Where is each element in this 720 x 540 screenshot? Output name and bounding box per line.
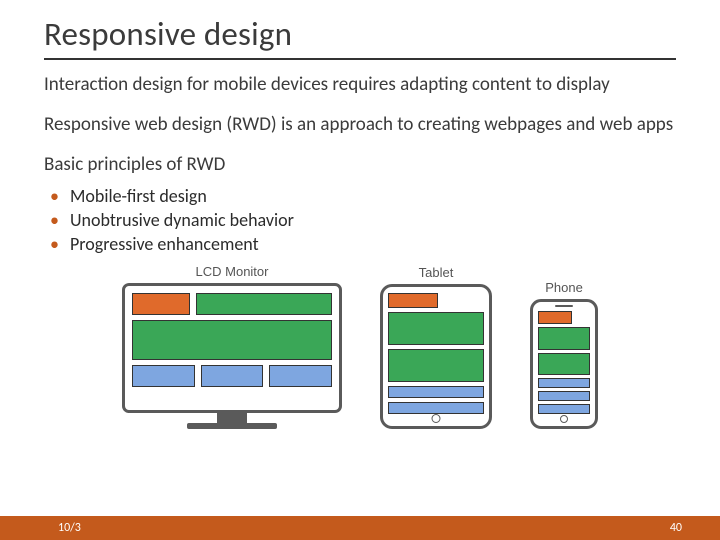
- phone-label: Phone: [530, 280, 598, 295]
- tablet-icon: [380, 284, 492, 429]
- layout-block-green: [132, 320, 332, 360]
- layout-block-orange: [132, 293, 190, 315]
- list-item: Progressive enhancement: [70, 232, 676, 256]
- principles-list: Mobile-first design Unobtrusive dynamic …: [44, 184, 676, 257]
- layout-block-orange: [388, 293, 438, 308]
- monitor-device: LCD Monitor: [122, 264, 342, 429]
- layout-block-blue: [538, 391, 590, 401]
- layout-block-blue: [201, 365, 264, 387]
- slide-footer: 10/3 40: [0, 516, 720, 540]
- layout-block-blue: [538, 378, 590, 388]
- monitor-screen-icon: [122, 283, 342, 413]
- layout-block-orange: [538, 311, 572, 324]
- list-item: Mobile-first design: [70, 184, 676, 208]
- layout-block-blue: [269, 365, 332, 387]
- layout-block-blue: [388, 386, 484, 398]
- layout-block-green: [538, 327, 590, 349]
- layout-block-green: [196, 293, 332, 315]
- title-rule: [44, 58, 676, 60]
- layout-block-blue: [132, 365, 195, 387]
- slide-content: Responsive design Interaction design for…: [0, 0, 720, 429]
- monitor-label: LCD Monitor: [122, 264, 342, 279]
- slide-title: Responsive design: [44, 14, 676, 54]
- tablet-label: Tablet: [380, 265, 492, 280]
- monitor-stand-icon: [217, 413, 247, 423]
- layout-block-blue: [538, 404, 590, 414]
- phone-icon: [530, 299, 598, 429]
- list-item: Unobtrusive dynamic behavior: [70, 208, 676, 232]
- paragraph-intro: Interaction design for mobile devices re…: [44, 74, 676, 96]
- layout-block-blue: [388, 402, 484, 414]
- layout-block-green: [388, 349, 484, 382]
- layout-block-green: [538, 353, 590, 375]
- layout-block-green: [388, 312, 484, 345]
- paragraph-rwd: Responsive web design (RWD) is an approa…: [44, 114, 676, 136]
- paragraph-principles: Basic principles of RWD: [44, 154, 676, 176]
- footer-page-number: 40: [670, 521, 682, 535]
- phone-device: Phone: [530, 280, 598, 429]
- footer-date: 10/3: [58, 521, 81, 535]
- monitor-base-icon: [187, 423, 277, 429]
- tablet-device: Tablet: [380, 265, 492, 429]
- devices-illustration: LCD Monitor Tablet: [44, 264, 676, 429]
